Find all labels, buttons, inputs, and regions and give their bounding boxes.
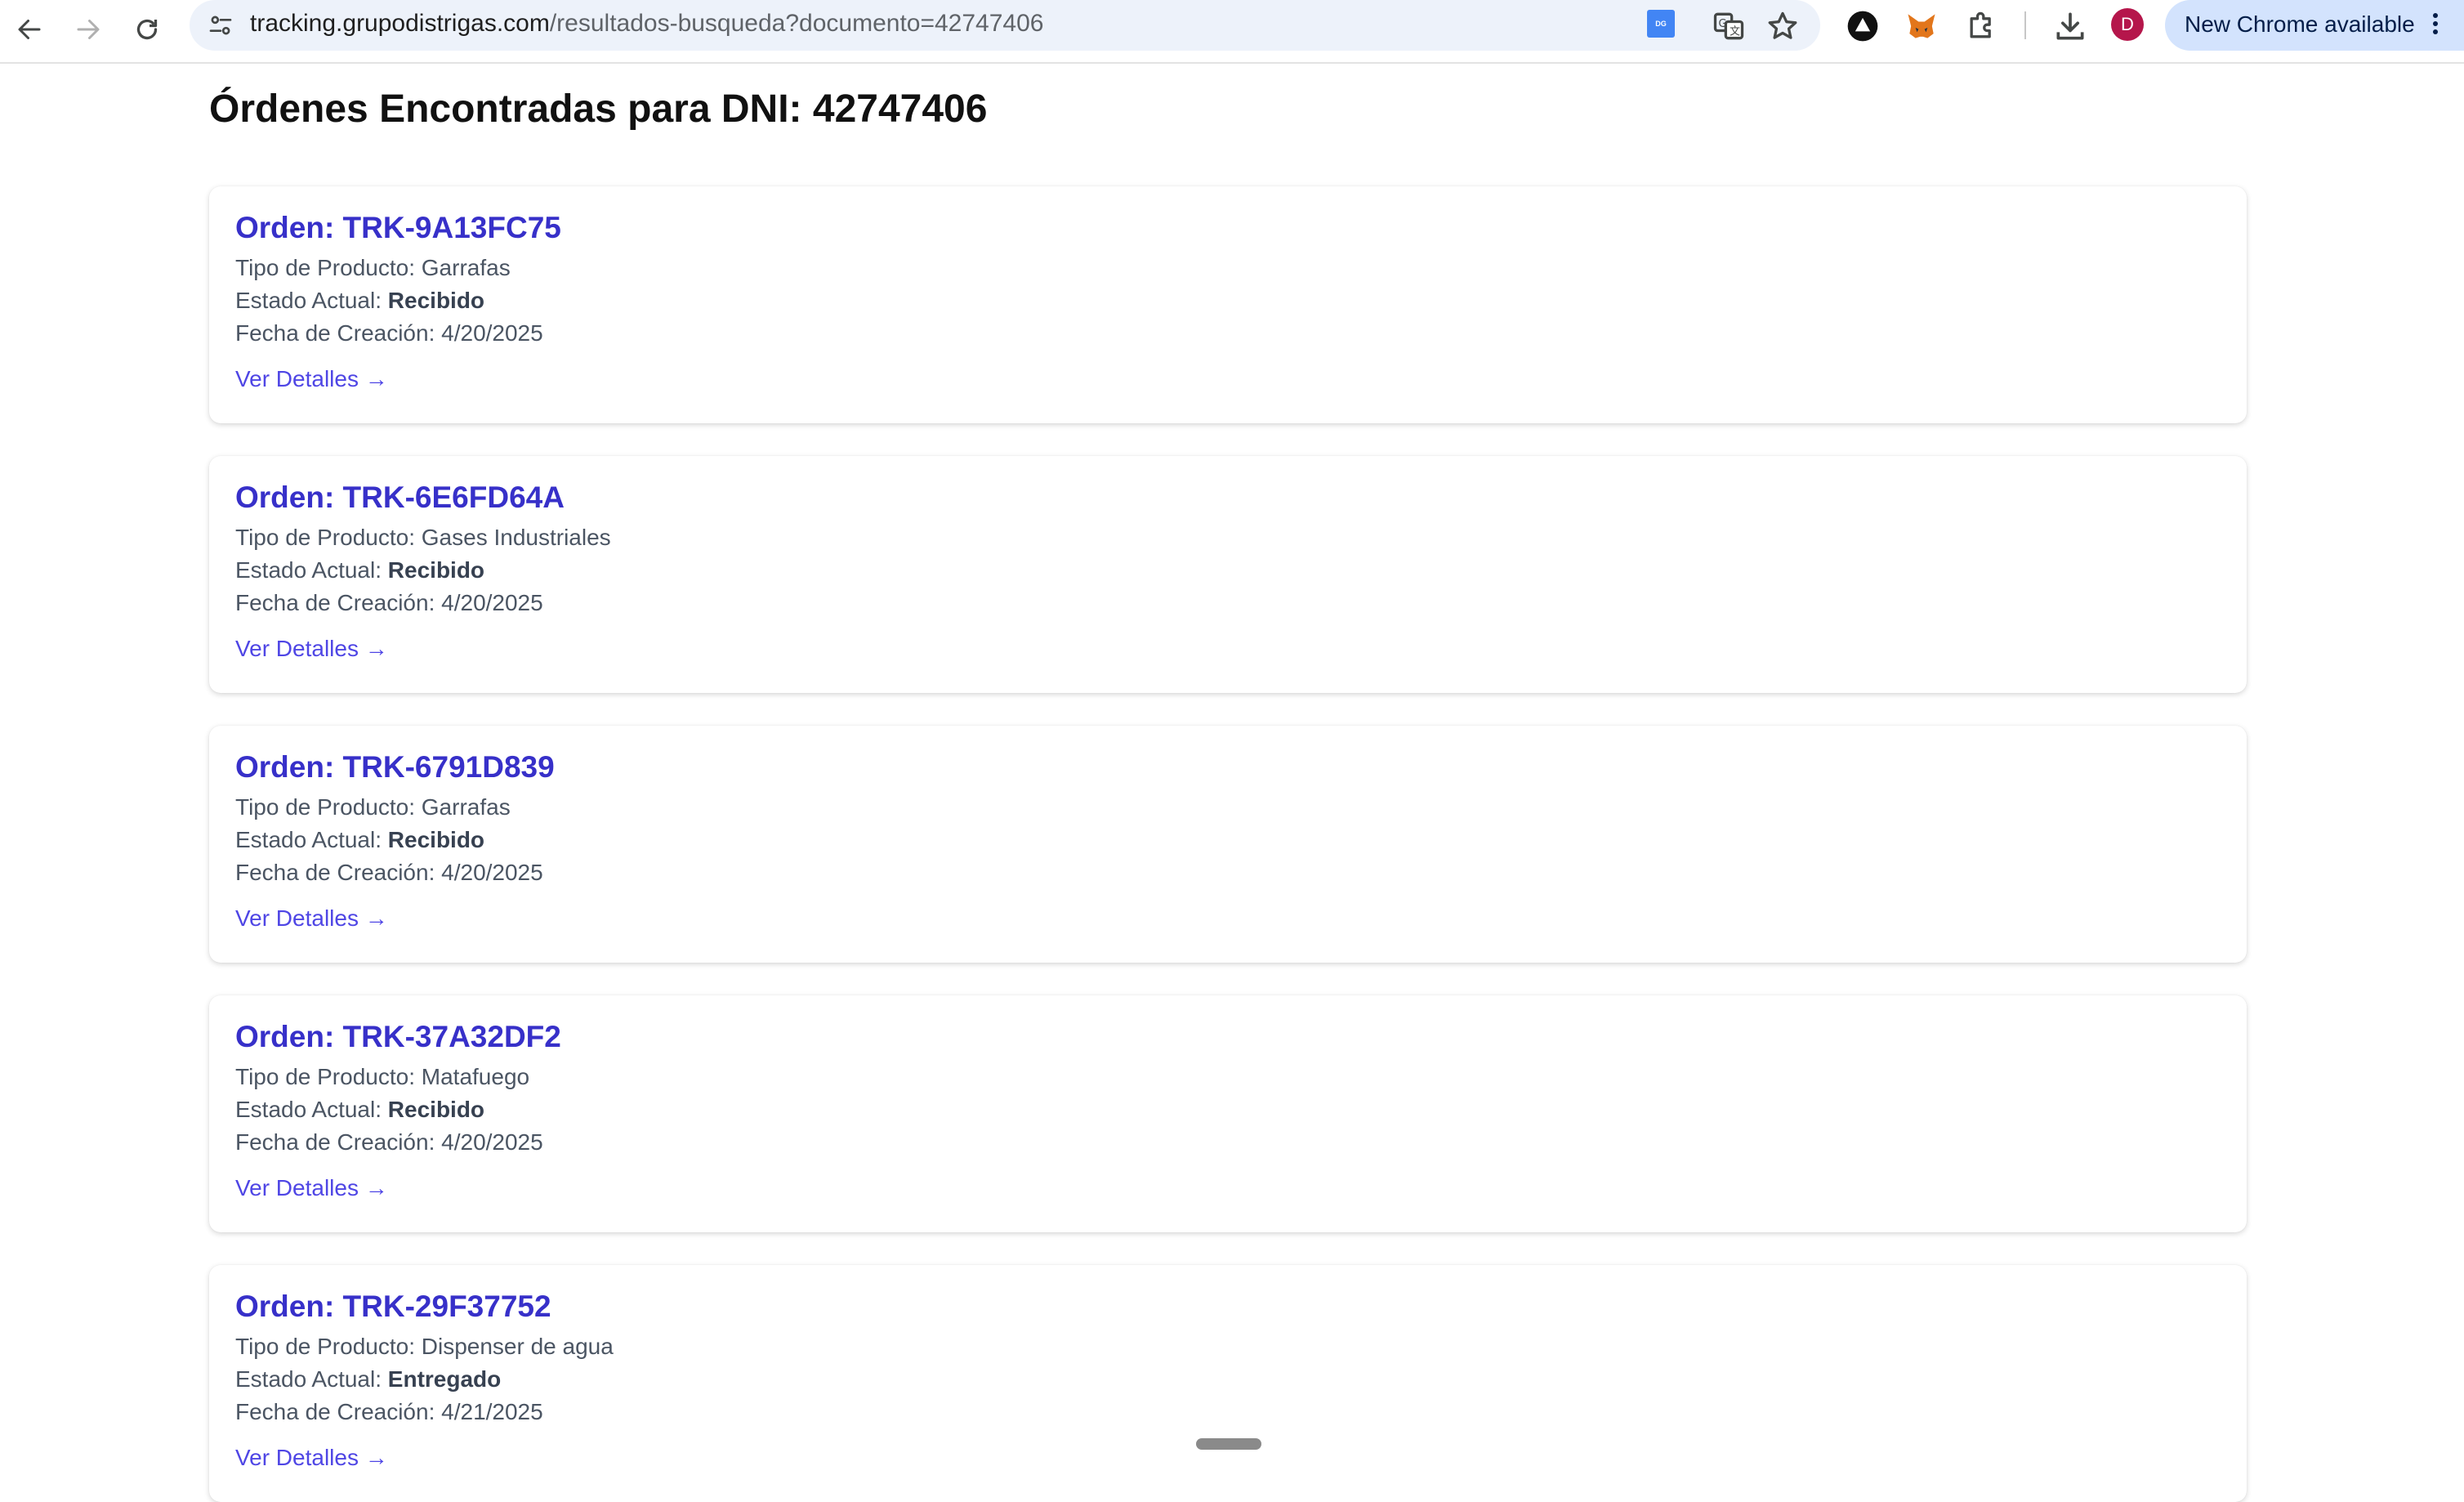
order-card: Orden: TRK-6E6FD64A Tipo de Producto: Ga… bbox=[209, 456, 2247, 693]
current-status: Estado Actual: Recibido bbox=[235, 827, 484, 853]
profile-avatar[interactable]: D bbox=[2111, 8, 2144, 41]
product-label: Tipo de Producto: bbox=[235, 1064, 415, 1089]
view-details-link[interactable]: Ver Detalles → bbox=[235, 905, 388, 932]
date-value: 4/20/2025 bbox=[441, 860, 543, 885]
url-host: tracking.grupodistrigas.com bbox=[250, 10, 550, 37]
view-details-link[interactable]: Ver Detalles → bbox=[235, 636, 388, 662]
current-status: Estado Actual: Recibido bbox=[235, 557, 484, 583]
star-icon[interactable] bbox=[1765, 8, 1801, 44]
translate-icon[interactable]: G 文 bbox=[1711, 8, 1747, 44]
arrow-right-icon: → bbox=[364, 905, 388, 931]
order-id: Orden: TRK-6E6FD64A bbox=[235, 481, 565, 514]
date-value: 4/21/2025 bbox=[441, 1399, 543, 1424]
toolbar-divider bbox=[2024, 11, 2026, 39]
status-value: Recibido bbox=[387, 288, 485, 313]
product-label: Tipo de Producto: bbox=[235, 525, 415, 550]
status-value: Recibido bbox=[387, 827, 485, 852]
order-card: Orden: TRK-9A13FC75 Tipo de Producto: Ga… bbox=[209, 186, 2247, 423]
forward-button[interactable] bbox=[65, 7, 111, 52]
address-bar[interactable]: tracking.grupodistrigas.com/resultados-b… bbox=[190, 0, 1820, 51]
reload-icon bbox=[136, 19, 158, 40]
date-label: Fecha de Creación: bbox=[235, 860, 435, 885]
svg-text:文: 文 bbox=[1730, 26, 1740, 38]
view-details-link[interactable]: Ver Detalles → bbox=[235, 1445, 388, 1471]
arrow-right-icon: → bbox=[364, 1175, 388, 1200]
metamask-fox-icon[interactable] bbox=[1904, 8, 1940, 44]
product-type: Tipo de Producto: Garrafas bbox=[235, 794, 511, 820]
product-label: Tipo de Producto: bbox=[235, 794, 415, 820]
status-label: Estado Actual: bbox=[235, 557, 382, 583]
current-status: Estado Actual: Recibido bbox=[235, 288, 484, 314]
status-label: Estado Actual: bbox=[235, 827, 382, 852]
date-label: Fecha de Creación: bbox=[235, 1399, 435, 1424]
view-details-label: Ver Detalles bbox=[235, 636, 359, 661]
product-value: Garrafas bbox=[421, 255, 511, 280]
date-value: 4/20/2025 bbox=[441, 1129, 543, 1155]
status-label: Estado Actual: bbox=[235, 1366, 382, 1392]
browser-toolbar: tracking.grupodistrigas.com/resultados-b… bbox=[0, 0, 2464, 64]
url-text[interactable]: tracking.grupodistrigas.com/resultados-b… bbox=[250, 10, 1043, 38]
back-button[interactable] bbox=[7, 7, 52, 52]
date-value: 4/20/2025 bbox=[441, 320, 543, 346]
product-value: Matafuego bbox=[421, 1064, 530, 1089]
current-status: Estado Actual: Entregado bbox=[235, 1366, 501, 1392]
creation-date: Fecha de Creación: 4/20/2025 bbox=[235, 590, 543, 616]
current-status: Estado Actual: Recibido bbox=[235, 1097, 484, 1123]
view-details-label: Ver Detalles bbox=[235, 905, 359, 931]
order-id: Orden: TRK-29F37752 bbox=[235, 1290, 551, 1323]
order-id: Orden: TRK-37A32DF2 bbox=[235, 1020, 561, 1053]
extensions-puzzle-icon[interactable] bbox=[1964, 8, 2000, 44]
creation-date: Fecha de Creación: 4/21/2025 bbox=[235, 1399, 543, 1425]
view-details-label: Ver Detalles bbox=[235, 1445, 359, 1470]
product-type: Tipo de Producto: Gases Industriales bbox=[235, 525, 611, 551]
order-id: Orden: TRK-9A13FC75 bbox=[235, 211, 561, 244]
status-value: Recibido bbox=[387, 1097, 485, 1122]
back-icon bbox=[18, 20, 41, 39]
creation-date: Fecha de Creación: 4/20/2025 bbox=[235, 860, 543, 886]
product-type: Tipo de Producto: Dispenser de agua bbox=[235, 1334, 614, 1360]
reload-button[interactable] bbox=[124, 7, 170, 52]
status-label: Estado Actual: bbox=[235, 1097, 382, 1122]
status-value: Entregado bbox=[387, 1366, 502, 1392]
product-value: Garrafas bbox=[421, 794, 511, 820]
view-details-label: Ver Detalles bbox=[235, 366, 359, 391]
arrow-right-icon: → bbox=[364, 636, 388, 661]
product-type: Tipo de Producto: Matafuego bbox=[235, 1064, 529, 1090]
date-label: Fecha de Creación: bbox=[235, 590, 435, 615]
order-id: Orden: TRK-6791D839 bbox=[235, 750, 555, 784]
chrome-update-label: New Chrome available bbox=[2185, 11, 2415, 37]
view-details-link[interactable]: Ver Detalles → bbox=[235, 366, 388, 392]
product-label: Tipo de Producto: bbox=[235, 1334, 415, 1359]
view-details-label: Ver Detalles bbox=[235, 1175, 359, 1200]
chrome-update-button[interactable]: New Chrome available bbox=[2165, 0, 2464, 51]
date-label: Fecha de Creación: bbox=[235, 320, 435, 346]
arrow-right-icon: → bbox=[364, 1445, 388, 1470]
product-value: Gases Industriales bbox=[421, 525, 611, 550]
page-title: Órdenes Encontradas para DNI: 42747406 bbox=[209, 87, 988, 131]
arrow-right-icon: → bbox=[364, 366, 388, 391]
creation-date: Fecha de Creación: 4/20/2025 bbox=[235, 1129, 543, 1156]
forward-icon bbox=[77, 20, 100, 39]
status-value: Recibido bbox=[387, 557, 485, 583]
view-details-link[interactable]: Ver Detalles → bbox=[235, 1175, 388, 1201]
order-card: Orden: TRK-6791D839 Tipo de Producto: Ga… bbox=[209, 726, 2247, 963]
more-vert-icon[interactable] bbox=[2433, 10, 2439, 42]
date-value: 4/20/2025 bbox=[441, 590, 543, 615]
status-label: Estado Actual: bbox=[235, 288, 382, 313]
creation-date: Fecha de Creación: 4/20/2025 bbox=[235, 320, 543, 346]
product-type: Tipo de Producto: Garrafas bbox=[235, 255, 511, 281]
date-label: Fecha de Creación: bbox=[235, 1129, 435, 1155]
triangle-extension-icon[interactable] bbox=[1845, 8, 1881, 44]
download-icon[interactable] bbox=[2052, 8, 2088, 44]
site-settings-icon[interactable] bbox=[208, 12, 234, 38]
scroll-handle[interactable] bbox=[1196, 1438, 1261, 1450]
url-path: /resultados-busqueda?documento=42747406 bbox=[549, 10, 1044, 37]
svg-text:G: G bbox=[1719, 18, 1727, 30]
order-card: Orden: TRK-29F37752 Tipo de Producto: Di… bbox=[209, 1265, 2247, 1502]
product-label: Tipo de Producto: bbox=[235, 255, 415, 280]
order-card: Orden: TRK-37A32DF2 Tipo de Producto: Ma… bbox=[209, 995, 2247, 1232]
dg-extension-badge[interactable]: DG bbox=[1647, 10, 1675, 38]
product-value: Dispenser de agua bbox=[421, 1334, 614, 1359]
